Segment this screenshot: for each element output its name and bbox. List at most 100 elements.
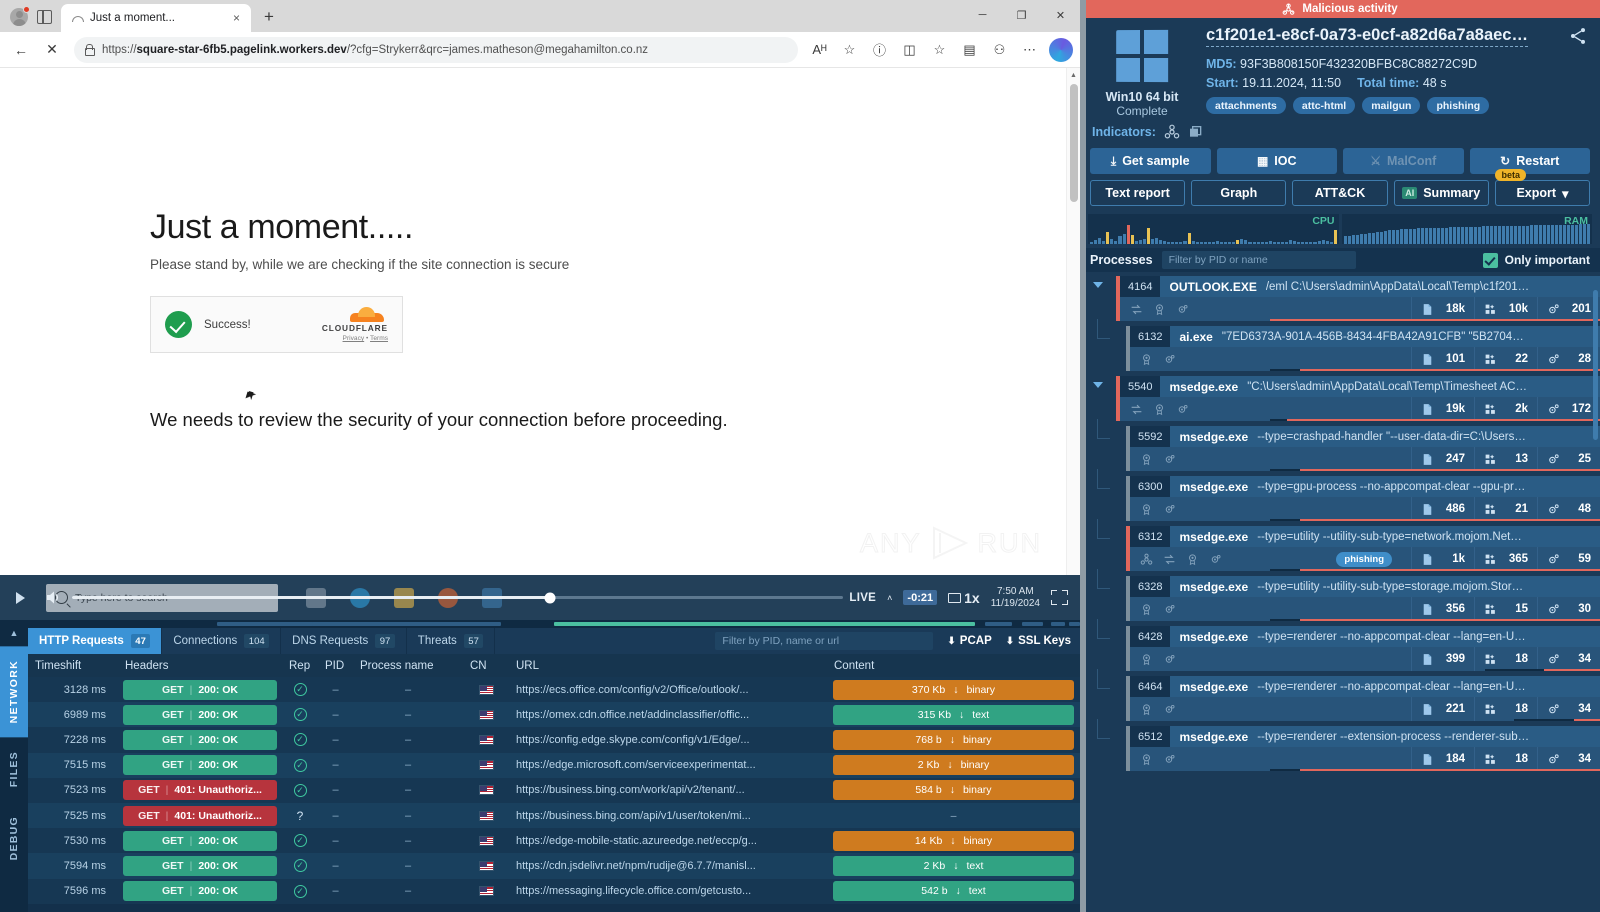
process-row[interactable]: 6300 msedge.exe --type=gpu-process --no-ap… <box>1090 469 1600 521</box>
privacy-link[interactable]: Privacy <box>343 335 365 342</box>
new-tab-button[interactable]: + <box>256 4 282 30</box>
browser-essentials-icon[interactable]: ⓘ <box>866 36 893 63</box>
scrollbar-thumb[interactable] <box>1070 84 1078 202</box>
process-card[interactable]: 6512 msedge.exe --type=renderer --extensio… <box>1126 726 1600 771</box>
cpu-graph[interactable]: CPU <box>1088 214 1339 244</box>
cell-url[interactable]: https://business.bing.com/work/api/v2/te… <box>509 784 827 796</box>
copilot-icon[interactable] <box>1049 37 1073 62</box>
process-header[interactable]: 6312 msedge.exe --type=utility --utility-s… <box>1130 526 1600 547</box>
table-row[interactable]: 3128 ms GET | 200: OK ✓ – – https://ecs.office.… <box>28 677 1080 703</box>
pcap-download-button[interactable]: ⬇ PCAP <box>947 635 991 647</box>
tag-phishing[interactable]: phishing <box>1427 97 1490 114</box>
threat-tag[interactable]: phishing <box>1336 551 1392 567</box>
stat-registry[interactable]: 18 <box>1474 647 1537 671</box>
process-row[interactable]: 6132 ai.exe "7ED6373A-901A-456B-8434-4FBA4… <box>1090 319 1600 371</box>
tag-mailgun[interactable]: mailgun <box>1362 97 1421 114</box>
table-row[interactable]: 6989 ms GET | 200: OK ✓ – – https://omex.cdn.of… <box>28 702 1080 728</box>
column-header[interactable]: Timeshift <box>28 660 118 672</box>
sslkeys-download-button[interactable]: ⬇ SSL Keys <box>1006 635 1071 647</box>
stat-files[interactable]: 247 <box>1411 447 1474 471</box>
table-row[interactable]: 7525 ms GET | 401: Unauthoriz...? – – https://… <box>28 802 1080 829</box>
only-important-checkbox[interactable] <box>1482 252 1498 268</box>
biohazard-indicator-icon[interactable] <box>1164 124 1180 140</box>
stat-modules[interactable]: 172 <box>1537 397 1600 421</box>
status-badge[interactable]: GET | 200: OK <box>123 855 277 876</box>
close-window-button[interactable]: ✕ <box>1041 0 1080 30</box>
play-pause-button[interactable] <box>0 575 40 620</box>
share-icon[interactable] <box>1568 26 1588 46</box>
stat-modules[interactable]: 48 <box>1537 497 1600 521</box>
minimize-button[interactable]: ─ <box>963 0 1002 30</box>
graph-button[interactable]: Graph <box>1191 180 1287 206</box>
stat-registry[interactable]: 2k <box>1474 397 1537 421</box>
cloudflare-legal-links[interactable]: Privacy • Terms <box>322 335 388 342</box>
process-row[interactable]: 6428 msedge.exe --type=renderer --no-appco… <box>1090 619 1600 671</box>
process-row[interactable]: 4164 OUTLOOK.EXE/eml C:\Users\admin\AppDa… <box>1090 276 1600 321</box>
process-header[interactable]: 6328 msedge.exe --type=utility --utility-s… <box>1130 576 1600 597</box>
restart-button[interactable]: ↻ Restart <box>1469 148 1590 174</box>
stat-modules[interactable]: 30 <box>1537 597 1600 621</box>
process-list-scrollbar[interactable] <box>1593 290 1598 906</box>
stat-files[interactable]: 18k <box>1411 297 1474 321</box>
process-card[interactable]: 4164 OUTLOOK.EXE/eml C:\Users\admin\AppDa… <box>1116 276 1600 321</box>
page-scrollbar[interactable]: ▲ <box>1066 68 1080 575</box>
process-header[interactable]: 6300 msedge.exe --type=gpu-process --no-ap… <box>1130 476 1600 497</box>
status-badge[interactable]: GET | 401: Unauthoriz... <box>123 805 277 826</box>
maximize-button[interactable]: ❐ <box>1002 0 1041 30</box>
stat-registry[interactable]: 10k <box>1474 297 1537 321</box>
summary-button[interactable]: AI Summary <box>1393 180 1489 206</box>
process-row[interactable]: 6464 msedge.exe --type=renderer --no-appco… <box>1090 669 1600 721</box>
sidebar-tab-debug[interactable]: DEBUG <box>0 802 28 874</box>
stat-files[interactable]: 486 <box>1411 497 1474 521</box>
sidebar-tab-network[interactable]: NETWORK <box>0 646 28 738</box>
only-important-toggle[interactable]: Only important <box>1482 252 1590 268</box>
avatar[interactable] <box>10 6 30 26</box>
export-button[interactable]: Export ▾ <box>1494 180 1591 206</box>
stat-registry[interactable]: 18 <box>1474 697 1537 721</box>
stat-files[interactable]: 221 <box>1411 697 1474 721</box>
stat-registry[interactable]: 22 <box>1474 347 1537 371</box>
close-tab-icon[interactable]: × <box>229 11 244 25</box>
stop-loading-button[interactable]: ✕ <box>38 36 66 64</box>
back-button[interactable]: ← <box>7 36 35 64</box>
table-row[interactable]: 7594 ms GET | 200: OK ✓ – – https://cdn.jsdeliv… <box>28 853 1080 879</box>
status-badge[interactable]: GET | 200: OK <box>123 704 277 725</box>
cell-url[interactable]: https://config.edge.skype.com/config/v1/… <box>509 734 827 746</box>
stat-modules[interactable]: 34 <box>1537 647 1600 671</box>
process-header[interactable]: 6512 msedge.exe --type=renderer --extensio… <box>1130 726 1600 747</box>
seek-handle[interactable] <box>544 592 556 603</box>
status-badge[interactable]: GET | 200: OK <box>123 755 277 776</box>
stat-modules[interactable]: 34 <box>1537 697 1600 721</box>
cloudflare-turnstile-widget[interactable]: Success! CLOUDFLARE Privacy • Terms <box>150 296 403 353</box>
settings-more-icon[interactable]: ⋯ <box>1016 36 1043 63</box>
tag-attachments[interactable]: attachments <box>1206 97 1286 114</box>
process-row[interactable]: 6312 msedge.exe --type=utility --utility-s… <box>1090 519 1600 571</box>
stat-files[interactable]: 101 <box>1411 347 1474 371</box>
process-card[interactable]: 6132 ai.exe "7ED6373A-901A-456B-8434-4FBA4… <box>1126 326 1600 371</box>
profile-area[interactable] <box>0 6 61 32</box>
stat-files[interactable]: 1k <box>1411 547 1474 571</box>
process-header[interactable]: 5540 msedge.exe "C:\Users\admin\AppData\Lo… <box>1120 376 1600 397</box>
stat-files[interactable]: 356 <box>1411 597 1474 621</box>
table-row[interactable]: 7228 ms GET | 200: OK ✓ – – https://config.edge… <box>28 727 1080 753</box>
playback-speed-control[interactable]: 1x <box>948 590 980 606</box>
process-header[interactable]: 6132 ai.exe "7ED6373A-901A-456B-8434-4FBA4… <box>1130 326 1600 347</box>
sidebar-tab-files[interactable]: FILES <box>0 737 28 801</box>
expand-collapse-caret-icon[interactable] <box>1093 382 1103 388</box>
process-header[interactable]: 5592 msedge.exe --type=crashpad-handler "-… <box>1130 426 1600 447</box>
process-filter-input[interactable] <box>1161 251 1356 269</box>
scroll-up-arrow[interactable]: ▲ <box>1067 68 1080 82</box>
collections-icon[interactable]: ☆ <box>926 36 953 63</box>
column-header[interactable]: Headers <box>118 660 282 672</box>
process-card[interactable]: 6428 msedge.exe --type=renderer --no-appco… <box>1126 626 1600 671</box>
column-header[interactable]: Rep <box>282 660 318 672</box>
process-header[interactable]: 6428 msedge.exe --type=renderer --no-appco… <box>1130 626 1600 647</box>
stat-files[interactable]: 184 <box>1411 747 1474 771</box>
process-row[interactable]: 5540 msedge.exe "C:\Users\admin\AppData\Lo… <box>1090 376 1600 421</box>
extensions-icon[interactable]: ⚇ <box>986 36 1013 63</box>
process-card[interactable]: 6328 msedge.exe --type=utility --utility-s… <box>1126 576 1600 621</box>
text-report-button[interactable]: Text report <box>1090 180 1186 206</box>
timeline-minimap[interactable] <box>28 620 1080 628</box>
status-badge[interactable]: GET | 200: OK <box>123 830 277 851</box>
stat-modules[interactable]: 59 <box>1537 547 1600 571</box>
